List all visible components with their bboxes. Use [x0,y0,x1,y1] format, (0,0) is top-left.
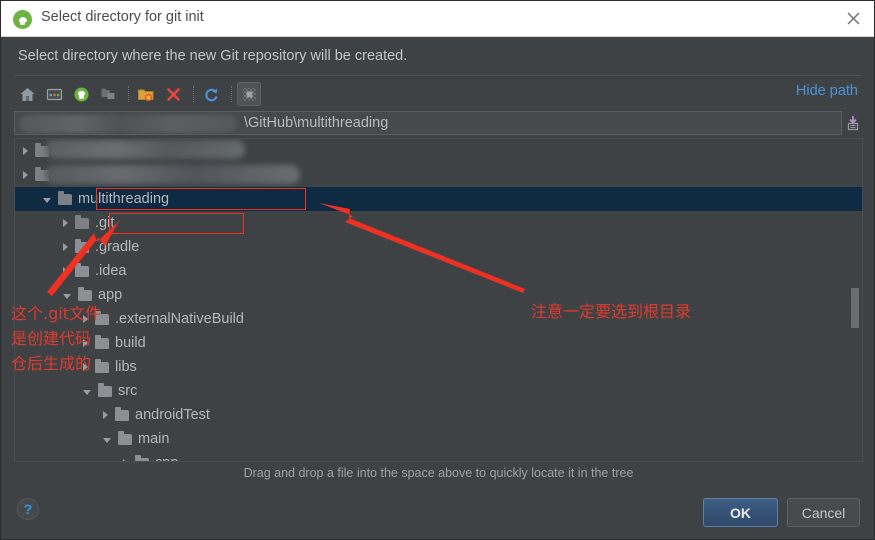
path-row: \GitHub\multithreading [14,111,863,135]
folder-icon [118,431,132,445]
folder-icon [95,359,109,373]
folder-icon [115,407,129,421]
toolbar-separator [193,86,194,102]
folder-icon [75,239,89,253]
history-dropdown-icon[interactable] [843,111,863,135]
tree-row-label: multithreading [78,191,170,207]
chevron-down-icon[interactable] [63,293,71,299]
tree-row-label: .externalNativeBuild [115,311,244,327]
toolbar-separator [128,86,129,102]
chevron-right-icon[interactable] [103,411,108,419]
redacted-row-overlay [45,140,245,159]
chevron-right-icon[interactable] [83,315,88,323]
chevron-right-icon[interactable] [63,267,68,275]
folder-icon [75,263,89,277]
help-button[interactable]: ? [17,498,39,520]
tree-row[interactable] [15,163,862,187]
tree-scrollbar-thumb[interactable] [851,288,859,328]
dialog-prompt-text: Select directory where the new Git repos… [18,48,408,64]
tree-row[interactable]: .git [15,211,862,235]
folder-icon [58,191,72,205]
close-icon[interactable] [830,1,874,36]
ok-button[interactable]: OK [703,498,778,527]
git-init-directory-dialog: Select directory for git init Select dir… [0,0,875,540]
refresh-icon[interactable] [199,82,223,106]
chevron-right-icon[interactable] [23,147,28,155]
tree-row[interactable]: .gradle [15,235,862,259]
tree-row-label: src [118,383,138,399]
tree-row[interactable]: libs [15,355,862,379]
toolbar-separator [231,86,232,102]
chevron-right-icon[interactable] [63,243,68,251]
desktop-icon[interactable] [42,82,66,106]
cancel-button[interactable]: Cancel [787,498,860,527]
file-chooser-toolbar [15,81,264,107]
tree-row-label: app [98,287,123,303]
tree-row-label: .git [95,215,115,231]
tree-row-label: .idea [95,263,127,279]
path-input[interactable]: \GitHub\multithreading [14,111,842,135]
tree-row[interactable]: cpp [15,451,862,461]
folder-icon [75,215,89,229]
drag-drop-hint: Drag and drop a file into the space abov… [243,466,634,480]
hide-path-link[interactable]: Hide path [796,83,858,99]
delete-icon[interactable] [161,82,185,106]
tree-row[interactable]: .externalNativeBuild [15,307,862,331]
show-hidden-icon[interactable] [237,82,261,106]
chevron-down-icon[interactable] [43,197,51,203]
redacted-row-overlay [45,165,300,184]
chevron-right-icon[interactable] [83,363,88,371]
chevron-down-icon[interactable] [103,437,111,443]
window-title: Select directory for git init [41,9,204,25]
folder-icon [95,335,109,349]
android-studio-icon [13,10,32,29]
chevron-right-icon[interactable] [63,219,68,227]
directory-tree[interactable]: multithreading .git .gradle .idea app .extern… [14,138,863,462]
tree-row-label: libs [115,359,137,375]
tree-row-label: build [115,335,146,351]
tree-row[interactable]: .idea [15,259,862,283]
tree-row-label: .gradle [95,239,140,255]
project-icon[interactable] [69,82,93,106]
folder-icon [98,383,112,397]
path-value: \GitHub\multithreading [244,115,389,131]
tree-row[interactable]: multithreading [15,187,862,211]
tree-row[interactable]: main [15,427,862,451]
tree-row[interactable] [15,139,862,163]
module-icon[interactable] [96,82,120,106]
tree-row[interactable]: app [15,283,862,307]
prompt-divider [15,75,861,76]
folder-icon [95,311,109,325]
tree-row[interactable]: src [15,379,862,403]
folder-icon [78,287,92,301]
tree-row-label: androidTest [135,407,210,423]
chevron-right-icon[interactable] [83,339,88,347]
chevron-right-icon[interactable] [23,171,28,179]
tree-row-label: main [138,431,170,447]
tree-row-label: cpp [155,455,178,461]
tree-row[interactable]: androidTest [15,403,862,427]
title-bar: Select directory for git init [1,1,874,37]
tree-scrollbar-track[interactable] [850,140,861,461]
home-icon[interactable] [15,82,39,106]
tree-row[interactable]: build [15,331,862,355]
new-folder-icon[interactable] [134,82,158,106]
chevron-down-icon[interactable] [83,389,91,395]
